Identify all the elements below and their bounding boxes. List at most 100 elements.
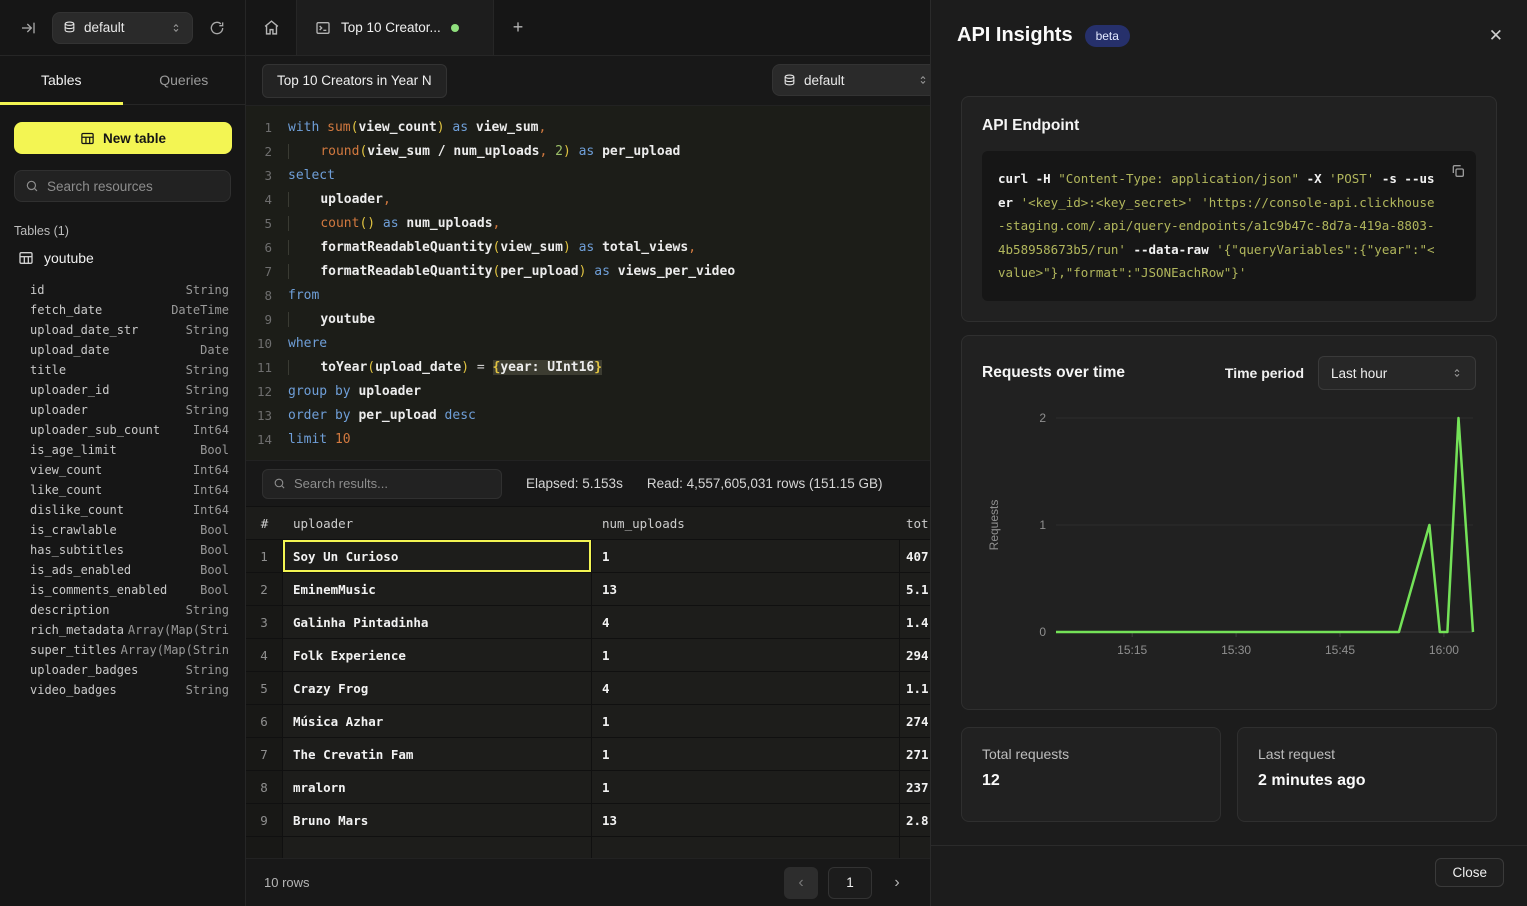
cell-num-uploads[interactable]: 1 <box>592 738 900 770</box>
table-row[interactable]: 2EminemMusic135.1 <box>246 573 1016 606</box>
cell-uploader[interactable]: The Crevatin Fam <box>283 738 592 770</box>
sql-editor[interactable]: 1with sum(view_count) as view_sum,2 roun… <box>246 106 1016 460</box>
search-resources-input[interactable] <box>47 179 220 194</box>
chevron-updown-icon <box>170 22 182 34</box>
cell-row-number[interactable]: 4 <box>246 639 283 671</box>
cell-row-number[interactable]: 6 <box>246 705 283 737</box>
new-tab-button[interactable]: + <box>494 0 542 55</box>
col-header-num-uploads[interactable]: num_uploads <box>592 516 900 531</box>
svg-text:15:30: 15:30 <box>1221 643 1251 657</box>
refresh-icon[interactable] <box>203 14 231 42</box>
page-number[interactable]: 1 <box>828 867 872 899</box>
panel-separator <box>931 845 1527 846</box>
panel-header: API Insights beta ✕ <box>957 24 1503 47</box>
cell-row-number[interactable]: 2 <box>246 573 283 605</box>
next-page-button[interactable]: › <box>882 867 912 899</box>
sidebar-item-youtube[interactable]: youtube <box>14 248 231 268</box>
column-name: title <box>30 360 66 380</box>
read-stat: Read: 4,557,605,031 rows (151.15 GB) <box>647 476 883 491</box>
cell-num-uploads[interactable]: 1 <box>592 771 900 803</box>
code-line: 2 round(view_sum / num_uploads, 2) as pe… <box>246 140 1016 164</box>
column-list: idStringfetch_dateDateTimeupload_date_st… <box>30 280 229 700</box>
tab-tables[interactable]: Tables <box>0 56 123 104</box>
table-row[interactable]: 7The Crevatin Fam1271 <box>246 738 1016 771</box>
cell-row-number[interactable]: 5 <box>246 672 283 704</box>
new-table-button[interactable]: New table <box>14 122 232 154</box>
svg-text:15:15: 15:15 <box>1117 643 1147 657</box>
results-table-header: # uploader num_uploads tot <box>246 506 1016 540</box>
cell-uploader[interactable]: EminemMusic <box>283 573 592 605</box>
col-header-uploader[interactable]: uploader <box>283 516 592 531</box>
time-period-select[interactable]: Last hour <box>1318 356 1476 390</box>
schema-column-row: descriptionString <box>30 600 229 620</box>
line-number: 9 <box>246 308 288 332</box>
collapse-sidebar-icon[interactable] <box>14 14 42 42</box>
line-number: 6 <box>246 236 288 260</box>
table-row[interactable]: 4Folk Experience1294 <box>246 639 1016 672</box>
table-row[interactable]: 8mralorn1237 <box>246 771 1016 804</box>
database-selector[interactable]: default <box>52 12 193 44</box>
row-count: 10 rows <box>264 875 310 890</box>
cell-num-uploads[interactable]: 13 <box>592 804 900 836</box>
schema-column-row: video_badgesString <box>30 680 229 700</box>
cell-num-uploads[interactable]: 4 <box>592 606 900 638</box>
column-type: Int64 <box>193 420 229 440</box>
line-number: 11 <box>246 356 288 380</box>
cell-row-number[interactable]: 7 <box>246 738 283 770</box>
last-request-card: Last request 2 minutes ago <box>1237 727 1497 822</box>
tab-top-10-creators[interactable]: Top 10 Creator... <box>296 0 494 55</box>
unsaved-dot-icon <box>451 24 459 32</box>
query-database-selector[interactable]: default <box>772 64 940 96</box>
cell-num-uploads[interactable] <box>592 837 900 858</box>
cell-num-uploads[interactable]: 1 <box>592 540 900 572</box>
cell-uploader[interactable]: Soy Un Curioso <box>283 540 592 572</box>
cell-num-uploads[interactable]: 4 <box>592 672 900 704</box>
database-icon <box>63 21 76 34</box>
schema-column-row: has_subtitlesBool <box>30 540 229 560</box>
schema-column-row: view_countInt64 <box>30 460 229 480</box>
cell-uploader[interactable] <box>283 837 592 858</box>
search-results[interactable] <box>262 469 502 499</box>
cell-uploader[interactable]: Bruno Mars <box>283 804 592 836</box>
new-table-label: New table <box>103 131 166 146</box>
cell-uploader[interactable]: Música Azhar <box>283 705 592 737</box>
schema-column-row: uploaderString <box>30 400 229 420</box>
cell-row-number[interactable]: 1 <box>246 540 283 572</box>
search-resources[interactable] <box>14 170 231 202</box>
home-button[interactable] <box>246 0 296 55</box>
cell-row-number[interactable]: 3 <box>246 606 283 638</box>
query-name-button[interactable]: Top 10 Creators in Year N <box>262 64 447 98</box>
cell-row-number[interactable]: 9 <box>246 804 283 836</box>
table-row[interactable] <box>246 837 1016 858</box>
code-line: 5 count() as num_uploads, <box>246 212 1016 236</box>
requests-chart: 01215:1515:3015:4516:00Requests <box>982 404 1476 681</box>
table-row[interactable]: 6Música Azhar1274 <box>246 705 1016 738</box>
cell-uploader[interactable]: Galinha Pintadinha <box>283 606 592 638</box>
cell-row-number[interactable] <box>246 837 283 858</box>
prev-page-button[interactable]: ‹ <box>784 867 818 899</box>
cell-uploader[interactable]: Crazy Frog <box>283 672 592 704</box>
tab-queries[interactable]: Queries <box>123 56 246 104</box>
copy-icon[interactable] <box>1450 163 1466 179</box>
cell-num-uploads[interactable]: 1 <box>592 639 900 671</box>
api-endpoint-card: API Endpoint curl -H "Content-Type: appl… <box>961 96 1497 322</box>
close-button[interactable]: Close <box>1435 858 1504 887</box>
clickhouse-console: default Top 10 Creator... + <box>0 0 1527 906</box>
table-row[interactable]: 1Soy Un Curioso1407 <box>246 540 1016 573</box>
table-row[interactable]: 5Crazy Frog41.1 <box>246 672 1016 705</box>
cell-num-uploads[interactable]: 13 <box>592 573 900 605</box>
code-line: 7 formatReadableQuantity(per_upload) as … <box>246 260 1016 284</box>
table-row[interactable]: 9Bruno Mars132.8 <box>246 804 1016 837</box>
cell-num-uploads[interactable]: 1 <box>592 705 900 737</box>
close-icon[interactable]: ✕ <box>1489 26 1503 46</box>
search-results-input[interactable] <box>294 476 491 491</box>
column-name: uploader_badges <box>30 660 138 680</box>
cell-row-number[interactable]: 8 <box>246 771 283 803</box>
cell-uploader[interactable]: Folk Experience <box>283 639 592 671</box>
curl-command: curl -H "Content-Type: application/json"… <box>982 151 1476 301</box>
col-header-num[interactable]: # <box>246 516 283 531</box>
table-row[interactable]: 3Galinha Pintadinha41.4 <box>246 606 1016 639</box>
column-type: DateTime <box>171 300 229 320</box>
cell-uploader[interactable]: mralorn <box>283 771 592 803</box>
column-type: Array(Map(Strin <box>121 640 229 660</box>
